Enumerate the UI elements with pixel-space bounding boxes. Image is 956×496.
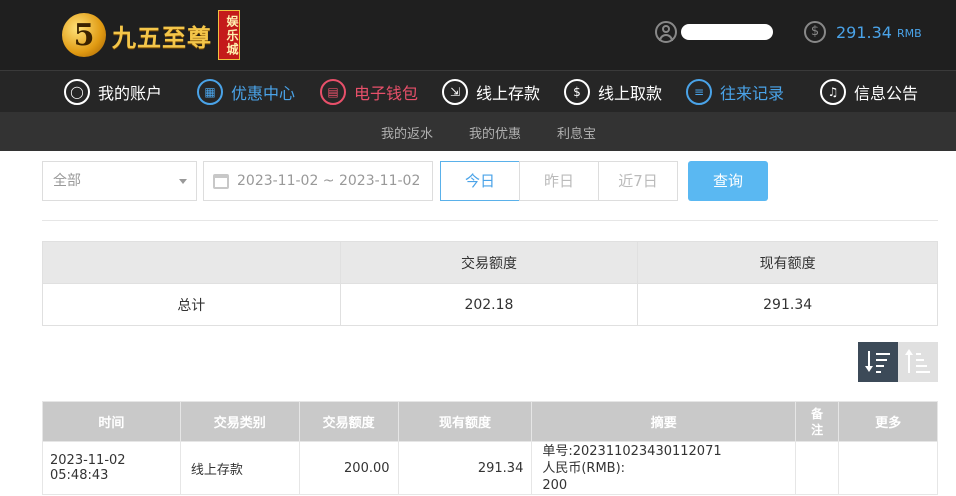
summary-total-amount: 202.18: [339, 283, 639, 326]
nav-item-online-deposit[interactable]: ⇲ 线上存款: [442, 78, 540, 106]
deposit-icon: ⇲: [442, 79, 468, 105]
balance-value: 291.34: [836, 22, 892, 42]
logo-badge: 5: [62, 13, 106, 57]
caret-down-icon: [179, 179, 187, 184]
nav-item-transaction-records[interactable]: ≡ 往来记录: [686, 78, 784, 106]
table-row: 2023-11-02 05:48:43 线上存款 200.00 291.34 单…: [42, 441, 938, 495]
header-summary: 摘要: [531, 401, 797, 442]
select-value: 全部: [53, 173, 81, 189]
records-header-row: 时间 交易类别 交易额度 现有额度 摘要 备注 更多: [42, 401, 938, 442]
main-nav: ◯ 我的账户 ▦ 优惠中心 ▤ 电子钱包 ⇲ 线上存款 $ 线上取款 ≡ 往来记…: [0, 70, 956, 112]
summary-value: 200: [542, 478, 568, 493]
summary-currency: 人民币(RMB):: [542, 461, 626, 476]
summary-total-balance: 291.34: [637, 283, 938, 326]
nav-item-label: 线上存款: [476, 84, 541, 103]
subnav-item-interest[interactable]: 利息宝: [557, 123, 596, 142]
dollar-coin-icon: $: [804, 21, 826, 43]
nav-item-my-account[interactable]: ◯ 我的账户: [64, 78, 162, 106]
nav-item-online-withdraw[interactable]: $ 线上取款: [564, 78, 662, 106]
gift-icon: ▦: [197, 79, 223, 105]
date-range-value: 2023-11-02 ~ 2023-11-02: [237, 173, 421, 189]
account-balance: $ 291.34 RMB: [804, 21, 922, 43]
sort-ascending-button[interactable]: [898, 342, 938, 382]
sort-ascending-icon: [905, 349, 931, 373]
withdraw-icon: $: [564, 79, 590, 105]
nav-item-promotions[interactable]: ▦ 优惠中心: [197, 78, 295, 106]
range-yesterday-button[interactable]: 昨日: [519, 161, 599, 201]
nav-item-label: 优惠中心: [231, 84, 296, 103]
header-note: 备注: [795, 401, 840, 442]
records-table: 时间 交易类别 交易额度 现有额度 摘要 备注 更多 2023-11-02 05…: [42, 401, 938, 495]
transaction-type-select[interactable]: 全部: [42, 161, 197, 201]
cell-balance: 291.34: [397, 441, 533, 495]
cell-type: 线上存款: [179, 441, 300, 495]
cell-more[interactable]: [838, 441, 938, 495]
calendar-icon: [213, 174, 229, 189]
nav-item-announcements[interactable]: ♫ 信息公告: [820, 78, 918, 106]
summary-order-no: 单号:202311023430112071: [542, 444, 722, 459]
summary-header-amount: 交易额度: [339, 241, 639, 284]
bell-icon: ♫: [820, 79, 846, 105]
summary-total-row: 总计 202.18 291.34: [42, 283, 938, 326]
summary-total-label: 总计: [42, 283, 341, 326]
summary-table: 交易额度 现有额度 总计 202.18 291.34: [42, 241, 938, 326]
range-7days-button[interactable]: 近7日: [598, 161, 678, 201]
logo-sub-text: 娱乐城: [218, 10, 240, 60]
header-amount: 交易额度: [298, 401, 399, 442]
wallet-icon: ▤: [320, 79, 346, 105]
site-logo[interactable]: 5 九五至尊 娱乐城: [62, 9, 240, 61]
header-type: 交易类别: [179, 401, 300, 442]
cell-time: 2023-11-02 05:48:43: [42, 441, 181, 495]
summary-header-row: 交易额度 现有额度: [42, 241, 938, 284]
user-icon: ◯: [64, 79, 90, 105]
user-icon: [655, 21, 677, 43]
nav-item-label: 电子钱包: [354, 84, 419, 103]
header-time: 时间: [42, 401, 181, 442]
nav-item-label: 我的账户: [98, 84, 163, 103]
query-button[interactable]: 查询: [688, 161, 768, 201]
nav-item-label: 往来记录: [720, 84, 785, 103]
records-icon: ≡: [686, 79, 712, 105]
sort-descending-icon: [865, 351, 891, 373]
header-balance: 现有额度: [397, 401, 533, 442]
cell-amount: 200.00: [298, 441, 399, 495]
date-range-input[interactable]: 2023-11-02 ~ 2023-11-02: [203, 161, 433, 201]
subnav-item-rebate[interactable]: 我的返水: [381, 123, 433, 142]
top-bar: 5 九五至尊 娱乐城 $ 291.34 RMB: [0, 0, 956, 70]
summary-header-empty: [42, 241, 341, 284]
nav-item-label: 信息公告: [854, 84, 919, 103]
divider: [42, 220, 938, 221]
nav-item-e-wallet[interactable]: ▤ 电子钱包: [320, 78, 418, 106]
user-info[interactable]: [655, 21, 773, 43]
sort-descending-button[interactable]: [858, 342, 898, 382]
range-today-button[interactable]: 今日: [440, 161, 520, 201]
balance-currency: RMB: [896, 27, 922, 40]
nav-item-label: 线上取款: [598, 84, 663, 103]
header-more: 更多: [838, 401, 938, 442]
subnav-item-my-promotions[interactable]: 我的优惠: [469, 123, 521, 142]
cell-summary: 单号:202311023430112071 人民币(RMB): 200: [531, 441, 797, 495]
summary-header-balance: 现有额度: [637, 241, 938, 284]
cell-note: [795, 441, 840, 495]
username-redacted: [681, 24, 773, 40]
logo-text: 九五至尊: [112, 22, 212, 52]
sub-nav: 我的返水 我的优惠 利息宝: [0, 112, 956, 151]
